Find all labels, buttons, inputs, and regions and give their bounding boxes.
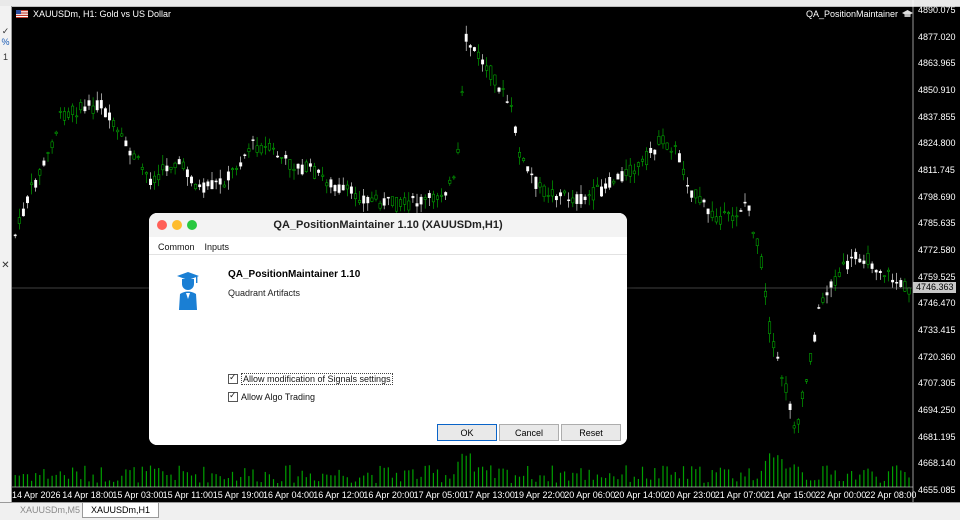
time-tick-label: 17 Apr 05:00 xyxy=(413,490,465,500)
price-tick-label: 4772.580 xyxy=(918,245,956,256)
us-flag-icon xyxy=(16,10,28,18)
allow-signals-modification-checkbox[interactable]: Allow modification of Signals settings xyxy=(228,372,393,385)
price-tick-label: 4733.415 xyxy=(918,325,956,336)
expert-advisor-icon xyxy=(177,272,199,310)
price-tick-label: 4877.020 xyxy=(918,31,956,42)
time-tick-label: 21 Apr 15:00 xyxy=(765,490,817,500)
time-tick-label: 20 Apr 23:00 xyxy=(664,490,716,500)
price-tick-label: 4824.800 xyxy=(918,138,956,149)
price-tick-label: 4798.690 xyxy=(918,191,956,202)
time-tick-label: 22 Apr 08:00 xyxy=(865,490,917,500)
price-tick-label: 4837.855 xyxy=(918,111,956,122)
price-tick-label: 4720.360 xyxy=(918,351,956,362)
price-tick-label: 4759.525 xyxy=(918,271,956,282)
tab-xauusdm-h1[interactable]: XAUUSDm,H1 xyxy=(82,503,160,518)
price-tick-label: 4811.745 xyxy=(918,165,955,176)
price-tick-label: 4707.305 xyxy=(918,378,956,389)
tab-xauusdm-m5[interactable]: XAUUSDm,M5 xyxy=(12,503,88,517)
time-tick-label: 16 Apr 04:00 xyxy=(263,490,315,500)
reset-button[interactable]: Reset xyxy=(561,424,621,441)
price-tick-label: 4668.140 xyxy=(918,458,956,469)
left-panel: ✓ % 1 ✕ xyxy=(0,6,12,503)
left-panel-close-icon[interactable]: ✕ xyxy=(0,260,11,271)
price-tick-label: 4694.250 xyxy=(918,405,956,416)
ea-name: QA_PositionMaintainer 1.10 xyxy=(228,269,361,280)
ea-company: Quadrant Artifacts xyxy=(228,288,301,298)
left-panel-mark-1: ✓ xyxy=(1,26,10,36)
time-tick-label: 16 Apr 12:00 xyxy=(313,490,365,500)
ea-badge-label: QA_PositionMaintainer xyxy=(805,9,898,19)
time-tick-label: 15 Apr 19:00 xyxy=(212,490,264,500)
cancel-button[interactable]: Cancel xyxy=(499,424,559,441)
time-tick-label: 22 Apr 00:00 xyxy=(815,490,867,500)
checkbox-label: Allow Algo Trading xyxy=(241,392,316,402)
time-tick-label: 19 Apr 22:00 xyxy=(514,490,566,500)
time-tick-label: 21 Apr 07:00 xyxy=(714,490,766,500)
dialog-body: QA_PositionMaintainer 1.10 Quadrant Arti… xyxy=(149,254,627,421)
checkbox-label: Allow modification of Signals settings xyxy=(241,373,393,385)
ea-properties-dialog: QA_PositionMaintainer 1.10 (XAUUSDm,H1) … xyxy=(149,213,627,445)
time-tick-label: 20 Apr 14:00 xyxy=(614,490,666,500)
expert-advisor-badge[interactable]: QA_PositionMaintainer xyxy=(806,9,913,19)
dialog-footer: OK Cancel Reset xyxy=(149,421,627,445)
price-tick-label: 4681.195 xyxy=(918,431,956,442)
current-price-marker: 4746.363 xyxy=(913,282,956,293)
allow-algo-trading-checkbox[interactable]: Allow Algo Trading xyxy=(228,390,316,402)
checkbox-box[interactable] xyxy=(228,372,238,384)
price-tick-label: 4863.965 xyxy=(918,58,956,69)
volume-layer xyxy=(14,453,910,487)
dialog-titlebar[interactable]: QA_PositionMaintainer 1.10 (XAUUSDm,H1) xyxy=(149,213,627,237)
price-tick-label: 4850.910 xyxy=(918,85,956,95)
time-tick-label: 16 Apr 20:00 xyxy=(363,490,415,500)
left-panel-mark-3: 1 xyxy=(2,52,8,62)
price-tick-label: 4746.470 xyxy=(918,298,956,309)
dialog-title: QA_PositionMaintainer 1.10 (XAUUSDm,H1) xyxy=(273,219,503,231)
checkbox-box[interactable] xyxy=(228,390,238,402)
time-tick-label: 17 Apr 13:00 xyxy=(463,490,515,500)
ok-button[interactable]: OK xyxy=(437,424,497,441)
time-tick-label: 15 Apr 11:00 xyxy=(162,490,213,500)
chart-tab-bar: XAUUSDm,M5 XAUUSDm,H1 xyxy=(0,502,960,520)
left-panel-mark-2: % xyxy=(1,37,10,47)
graduation-cap-icon xyxy=(902,9,913,19)
price-tick-label: 4890.075 xyxy=(918,5,956,15)
price-tick-label: 4655.085 xyxy=(918,485,956,496)
time-tick-label: 14 Apr 18:00 xyxy=(62,490,114,500)
price-tick-label: 4785.635 xyxy=(918,218,956,229)
time-tick-label: 15 Apr 03:00 xyxy=(112,490,164,500)
time-tick-label: 20 Apr 06:00 xyxy=(564,490,616,500)
chart-title: XAUUSDm, H1: Gold vs US Dollar xyxy=(16,9,171,19)
time-tick-label: 14 Apr 2026 xyxy=(12,490,61,500)
chart-symbol-title: XAUUSDm, H1: Gold vs US Dollar xyxy=(33,9,172,19)
